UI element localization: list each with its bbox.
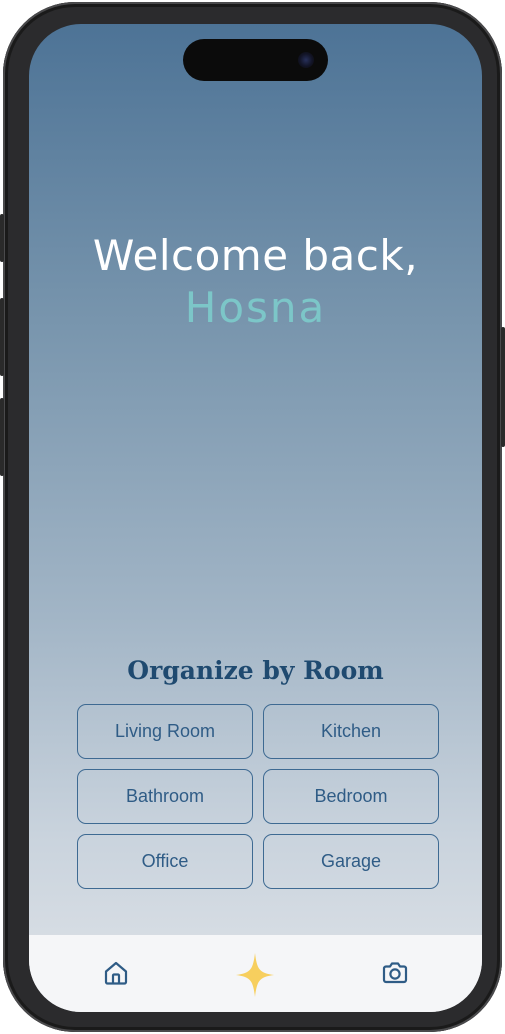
tab-camera[interactable] (371, 949, 419, 997)
app-screen: Welcome back, Hosna Organize by Room Liv… (29, 24, 482, 1012)
user-name: Hosna (184, 283, 327, 332)
front-camera-icon (298, 52, 314, 68)
tab-home[interactable] (92, 949, 140, 997)
camera-icon (382, 962, 408, 984)
room-button-kitchen[interactable]: Kitchen (263, 704, 439, 759)
room-button-living-room[interactable]: Living Room (77, 704, 253, 759)
volume-up-button (0, 298, 4, 376)
sparkle-icon (236, 953, 274, 997)
room-button-office[interactable]: Office (77, 834, 253, 889)
room-button-bathroom[interactable]: Bathroom (77, 769, 253, 824)
phone-frame: Welcome back, Hosna Organize by Room Liv… (0, 2, 505, 1032)
dynamic-island (183, 39, 328, 81)
room-button-bedroom[interactable]: Bedroom (263, 769, 439, 824)
action-button (0, 214, 4, 262)
volume-down-button (0, 398, 4, 476)
section-title: Organize by Room (127, 656, 384, 685)
room-grid: Living Room Kitchen Bathroom Bedroom Off… (77, 704, 440, 889)
power-button (501, 327, 505, 447)
home-icon (104, 961, 128, 985)
bottom-tab-bar (29, 935, 482, 1012)
welcome-heading: Welcome back, (92, 231, 419, 280)
room-button-garage[interactable]: Garage (263, 834, 439, 889)
tab-ai-assistant[interactable] (231, 951, 279, 999)
